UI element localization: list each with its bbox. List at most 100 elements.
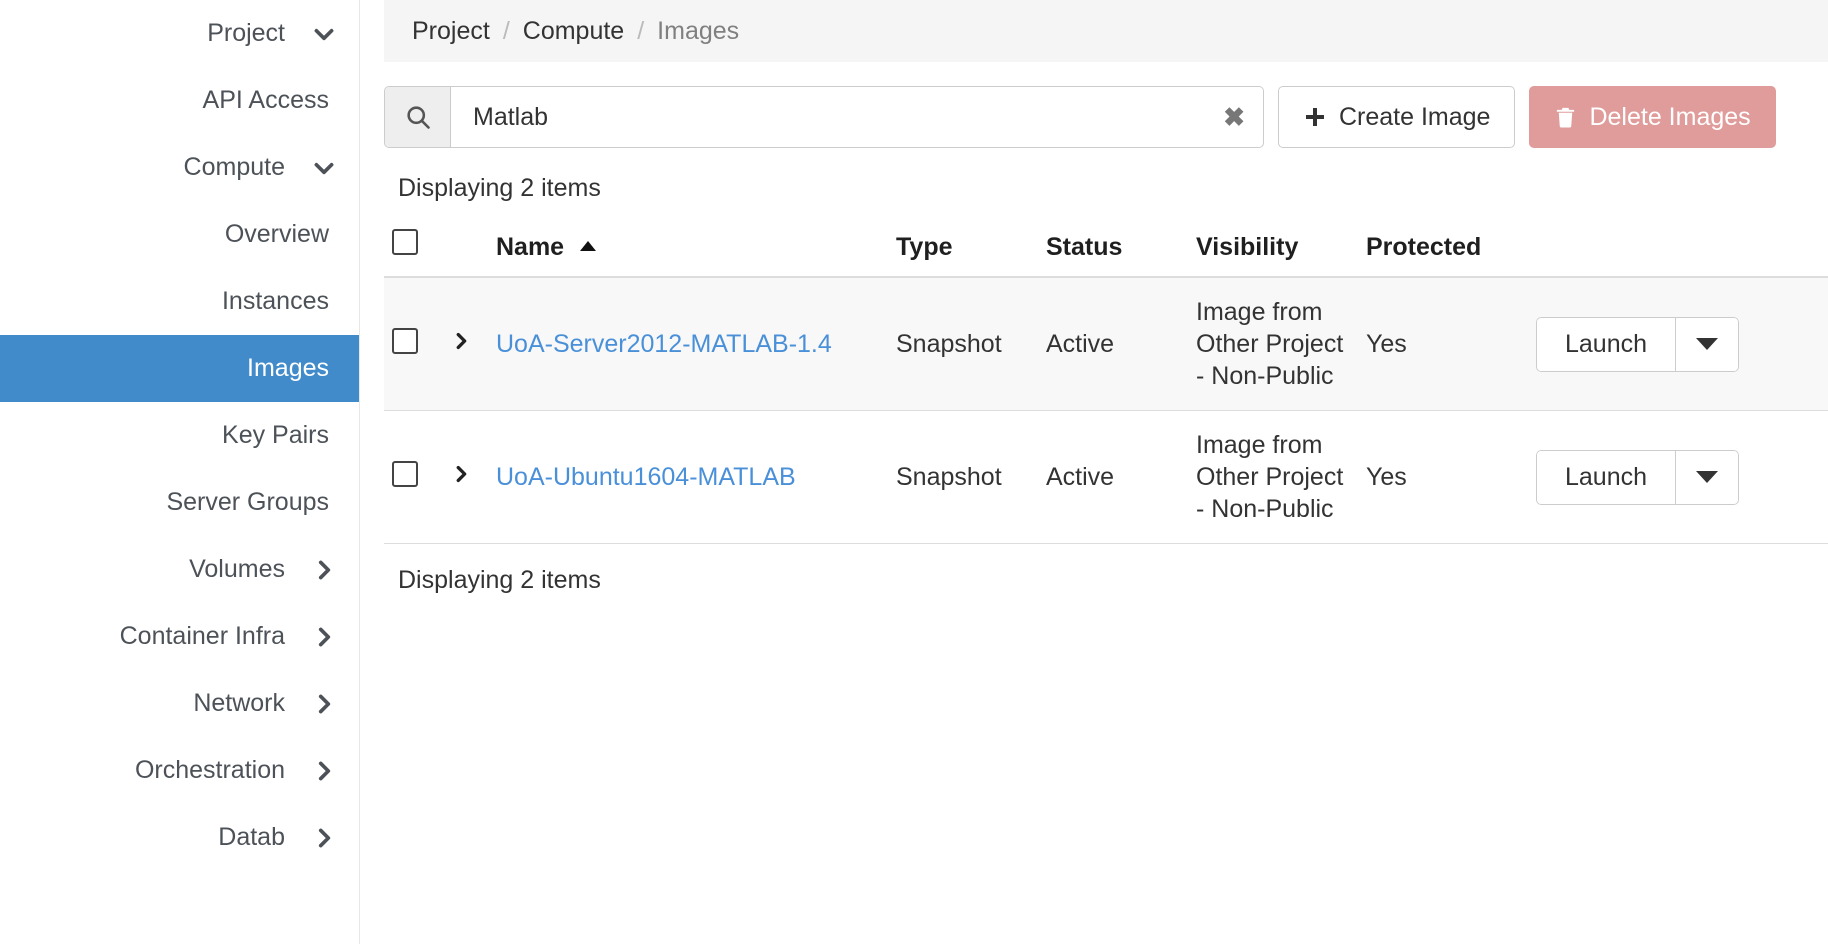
image-name-link[interactable]: UoA-Server2012-MATLAB-1.4 <box>496 330 832 358</box>
search-group: ✖ <box>384 86 1264 148</box>
type-header[interactable]: Type <box>888 219 1038 278</box>
image-protected-cell: Yes <box>1358 410 1528 544</box>
image-type-cell: Snapshot <box>888 277 1038 411</box>
breadcrumb: Project / Compute / Images <box>384 0 1828 62</box>
expander-header <box>442 219 488 278</box>
breadcrumb-compute[interactable]: Compute <box>523 17 624 46</box>
name-header-label: Name <box>496 233 565 261</box>
sidebar-item-volumes[interactable]: Volumes <box>0 536 359 603</box>
sidebar-item-label: Project <box>207 19 285 47</box>
breadcrumb-images: Images <box>657 16 740 45</box>
table-row: UoA-Server2012-MATLAB-1.4 Snapshot Active I… <box>384 277 1828 411</box>
row-expander-cell <box>442 410 488 544</box>
sidebar-item-label: Key Pairs <box>222 421 329 449</box>
chevron-down-icon <box>311 155 337 181</box>
launch-dropdown-toggle[interactable] <box>1675 449 1740 505</box>
sidebar-item-database[interactable]: Datab <box>0 804 359 871</box>
sort-ascending-icon <box>579 240 597 252</box>
image-protected-cell: Yes <box>1358 277 1528 411</box>
table-header-row: Name Type Status Visibility Protected <box>384 219 1828 278</box>
select-all-checkbox[interactable] <box>392 229 418 255</box>
image-type-cell: Snapshot <box>888 410 1038 544</box>
table-toolbar: ✖ Create Image <box>384 86 1828 148</box>
breadcrumb-project[interactable]: Project <box>412 17 490 46</box>
create-image-label: Create Image <box>1339 102 1491 131</box>
sidebar-item-label: Orchestration <box>134 756 285 784</box>
main-content: Project / Compute / Images ✖ <box>360 0 1828 944</box>
sidebar-item-network[interactable]: Network <box>0 670 359 737</box>
search-icon <box>385 87 451 147</box>
sidebar-item-label: Volumes <box>189 555 285 583</box>
image-status-cell: Active <box>1038 277 1188 411</box>
sidebar-item-label: Datab <box>218 823 285 851</box>
search-input[interactable] <box>471 101 1214 133</box>
image-actions-cell: Launch <box>1528 277 1828 411</box>
protected-header[interactable]: Protected <box>1358 219 1528 278</box>
name-header[interactable]: Name <box>488 219 888 278</box>
chevron-down-icon <box>1696 471 1719 483</box>
sidebar-item-container-infra[interactable]: Container Infra <box>0 603 359 670</box>
sidebar-navigation: Project API Access Compute Overview Instance… <box>0 0 360 944</box>
row-select-cell <box>384 277 442 411</box>
image-actions-cell: Launch <box>1528 410 1828 544</box>
sidebar-item-label: Network <box>193 689 285 717</box>
displaying-count-bottom: Displaying 2 items <box>398 566 601 594</box>
sidebar-item-label: Instances <box>221 287 329 315</box>
visibility-header[interactable]: Visibility <box>1188 219 1358 278</box>
breadcrumb-separator-1: / <box>502 16 510 45</box>
image-name-link[interactable]: UoA-Ubuntu1604-MATLAB <box>496 463 796 491</box>
image-visibility-cell: Image from Other Project - Non-Public <box>1188 410 1358 544</box>
chevron-down-icon <box>1696 338 1719 350</box>
clear-x-icon[interactable]: ✖ <box>1213 104 1245 130</box>
chevron-right-icon <box>311 624 337 650</box>
launch-split-button: Launch <box>1536 449 1740 505</box>
chevron-right-icon <box>311 557 337 583</box>
delete-images-button[interactable]: Delete Images <box>1529 86 1776 148</box>
sidebar-item-label: API Access <box>202 86 329 114</box>
chevron-right-icon <box>311 691 337 717</box>
trash-icon <box>1554 106 1577 129</box>
sidebar-item-label: Compute <box>183 153 285 181</box>
sidebar-item-key-pairs[interactable]: Key Pairs <box>0 402 359 469</box>
launch-button[interactable]: Launch <box>1536 316 1676 372</box>
image-status-cell: Active <box>1038 410 1188 544</box>
displaying-count-top: Displaying 2 items <box>398 174 601 202</box>
chevron-down-icon <box>311 21 337 47</box>
row-checkbox[interactable] <box>392 327 418 354</box>
sidebar-item-server-groups[interactable]: Server Groups <box>0 469 359 536</box>
image-name-cell: UoA-Ubuntu1604-MATLAB <box>488 410 888 544</box>
sidebar-item-instances[interactable]: Instances <box>0 268 359 335</box>
delete-images-label: Delete Images <box>1589 102 1751 131</box>
sidebar-item-overview[interactable]: Overview <box>0 201 359 268</box>
sidebar-item-images[interactable]: Images <box>0 335 359 402</box>
sidebar-item-compute[interactable]: Compute <box>0 134 359 201</box>
sidebar-item-label: Overview <box>224 220 329 248</box>
select-all-header <box>384 219 442 278</box>
sidebar-item-orchestration[interactable]: Orchestration <box>0 737 359 804</box>
launch-button[interactable]: Launch <box>1536 449 1676 505</box>
chevron-right-icon <box>311 758 337 784</box>
status-header[interactable]: Status <box>1038 219 1188 278</box>
table-row: UoA-Ubuntu1604-MATLAB Snapshot Active Image… <box>384 410 1828 544</box>
sidebar-item-api-access[interactable]: API Access <box>0 67 359 134</box>
row-expander-cell <box>442 277 488 411</box>
chevron-right-icon[interactable] <box>450 328 472 354</box>
page-root: Project API Access Compute Overview Instance… <box>0 0 1828 944</box>
create-image-button[interactable]: Create Image <box>1278 86 1516 148</box>
launch-split-button: Launch <box>1536 316 1740 372</box>
sidebar-item-project[interactable]: Project <box>0 0 359 67</box>
breadcrumb-separator-2: / <box>637 16 645 45</box>
chevron-right-icon[interactable] <box>450 461 472 487</box>
chevron-right-icon <box>311 825 337 851</box>
sidebar-item-label: Container Infra <box>119 622 285 650</box>
actions-header <box>1528 219 1828 278</box>
row-checkbox[interactable] <box>392 460 418 487</box>
image-name-cell: UoA-Server2012-MATLAB-1.4 <box>488 277 888 411</box>
launch-dropdown-toggle[interactable] <box>1675 316 1740 372</box>
plus-icon <box>1303 105 1327 129</box>
sidebar-item-label: Images <box>247 354 329 382</box>
search-input-wrap: ✖ <box>451 87 1263 147</box>
images-table: Name Type Status Visibility Protected Uo… <box>384 219 1828 544</box>
row-select-cell <box>384 410 442 544</box>
sidebar-item-label: Server Groups <box>166 488 329 516</box>
